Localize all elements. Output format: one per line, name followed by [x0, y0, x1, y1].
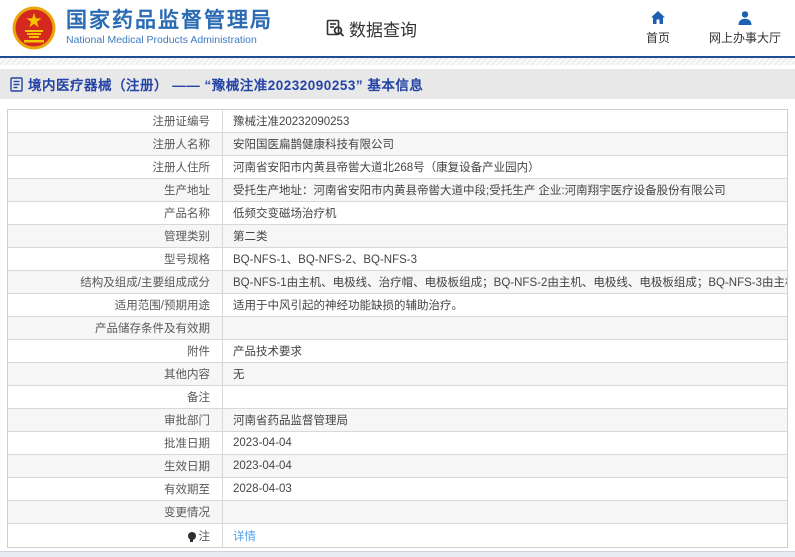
row-value: 安阳国医扁鹊健康科技有限公司	[233, 139, 394, 151]
row-label: 结构及组成/主要组成成分	[8, 271, 223, 293]
row-label: 注	[8, 524, 223, 547]
table-row: 生产地址 受托生产地址：河南省安阳市内黄县帝喾大道中段;受托生产 企业:河南翔宇…	[8, 179, 787, 202]
row-label: 生效日期	[8, 455, 223, 477]
row-label: 适用范围/预期用途	[8, 294, 223, 316]
table-row: 产品名称 低频交变磁场治疗机	[8, 202, 787, 225]
row-value	[223, 501, 787, 523]
agency-title: 国家药品监督管理局 National Medical Products Admi…	[66, 9, 273, 47]
table-row: 有效期至 2028-04-03	[8, 478, 787, 501]
table-row: 注册人住所 河南省安阳市内黄县帝喾大道北268号（康复设备产业园内）	[8, 156, 787, 179]
row-label: 变更情况	[8, 501, 223, 523]
row-label: 型号规格	[8, 248, 223, 270]
table-row: 注册人名称 安阳国医扁鹊健康科技有限公司	[8, 133, 787, 156]
row-label: 注册人住所	[8, 156, 223, 178]
table-row: 注 详情	[8, 524, 787, 547]
table-row: 附件 产品技术要求	[8, 340, 787, 363]
row-label: 备注	[8, 386, 223, 408]
row-label: 注册人名称	[8, 133, 223, 155]
table-row: 结构及组成/主要组成成分 BQ-NFS-1由主机、电极线、治疗帽、电极板组成；B…	[8, 271, 787, 294]
row-value: 2028-04-03	[233, 483, 292, 495]
page-title: 境内医疗器械（注册） —— “豫械注准20232090253” 基本信息	[28, 78, 424, 93]
row-value: 适用于中风引起的神经功能缺损的辅助治疗。	[233, 300, 463, 312]
note-icon	[187, 531, 196, 542]
row-label: 有效期至	[8, 478, 223, 500]
row-label: 批准日期	[8, 432, 223, 454]
footer-bar	[0, 551, 795, 557]
row-label: 审批部门	[8, 409, 223, 431]
row-value: BQ-NFS-1由主机、电极线、治疗帽、电极板组成；BQ-NFS-2由主机、电极…	[233, 277, 787, 289]
row-value: 产品技术要求	[233, 346, 302, 358]
table-row: 其他内容 无	[8, 363, 787, 386]
row-value	[223, 317, 787, 339]
data-query-icon	[326, 19, 345, 37]
document-icon	[10, 76, 23, 92]
row-label: 注册证编号	[8, 110, 223, 132]
table-row: 型号规格 BQ-NFS-1、BQ-NFS-2、BQ-NFS-3	[8, 248, 787, 271]
data-query-menu[interactable]: 数据查询	[325, 16, 417, 41]
agency-name-cn: 国家药品监督管理局	[66, 9, 273, 32]
row-label: 管理类别	[8, 225, 223, 247]
row-value: BQ-NFS-1、BQ-NFS-2、BQ-NFS-3	[233, 254, 418, 266]
row-label: 产品储存条件及有效期	[8, 317, 223, 339]
row-label: 其他内容	[8, 363, 223, 385]
row-value: 受托生产地址：河南省安阳市内黄县帝喾大道中段;受托生产 企业:河南翔宇医疗设备股…	[233, 185, 726, 197]
table-row: 管理类别 第二类	[8, 225, 787, 248]
detail-link[interactable]: 详情	[233, 528, 256, 544]
row-value: 豫械注准20232090253	[233, 116, 350, 128]
header-nav: 首页 网上办事大厅	[635, 10, 781, 46]
nav-label: 网上办事大厅	[708, 31, 781, 45]
breadcrumb: 境内医疗器械（注册） —— “豫械注准20232090253” 基本信息	[0, 69, 795, 99]
nav-label: 首页	[645, 31, 670, 45]
agency-name-en: National Medical Products Administration	[66, 34, 257, 46]
data-query-label: 数据查询	[349, 20, 417, 40]
agency-logo[interactable]: 国家药品监督管理局 National Medical Products Admi…	[12, 6, 273, 50]
hatch-band	[0, 58, 795, 65]
info-table: 注册证编号 豫械注准20232090253 注册人名称 安阳国医扁鹊健康科技有限…	[7, 109, 788, 548]
row-value: 无	[233, 369, 245, 381]
table-row: 备注	[8, 386, 787, 409]
table-row: 审批部门 河南省药品监督管理局	[8, 409, 787, 432]
table-row: 批准日期 2023-04-04	[8, 432, 787, 455]
table-row: 生效日期 2023-04-04	[8, 455, 787, 478]
row-label: 生产地址	[8, 179, 223, 201]
nav-item-service-hall[interactable]: 网上办事大厅	[709, 10, 781, 46]
row-label: 产品名称	[8, 202, 223, 224]
table-row: 适用范围/预期用途 适用于中风引起的神经功能缺损的辅助治疗。	[8, 294, 787, 317]
table-row: 产品储存条件及有效期	[8, 317, 787, 340]
nav-item-home[interactable]: 首页	[635, 10, 681, 46]
row-value	[223, 386, 787, 408]
table-row: 变更情况	[8, 501, 787, 524]
row-label: 附件	[8, 340, 223, 362]
person-icon	[738, 11, 752, 25]
national-emblem-icon	[12, 6, 56, 50]
row-value: 详情	[223, 524, 787, 547]
row-value: 2023-04-04	[233, 437, 292, 449]
row-value: 河南省药品监督管理局	[233, 415, 348, 427]
home-icon	[650, 11, 665, 24]
row-value: 河南省安阳市内黄县帝喾大道北268号（康复设备产业园内）	[233, 162, 540, 174]
row-value: 第二类	[233, 231, 268, 243]
row-value: 低频交变磁场治疗机	[233, 208, 337, 220]
table-row: 注册证编号 豫械注准20232090253	[8, 110, 787, 133]
header: 国家药品监督管理局 National Medical Products Admi…	[0, 0, 795, 56]
row-value: 2023-04-04	[233, 460, 292, 472]
